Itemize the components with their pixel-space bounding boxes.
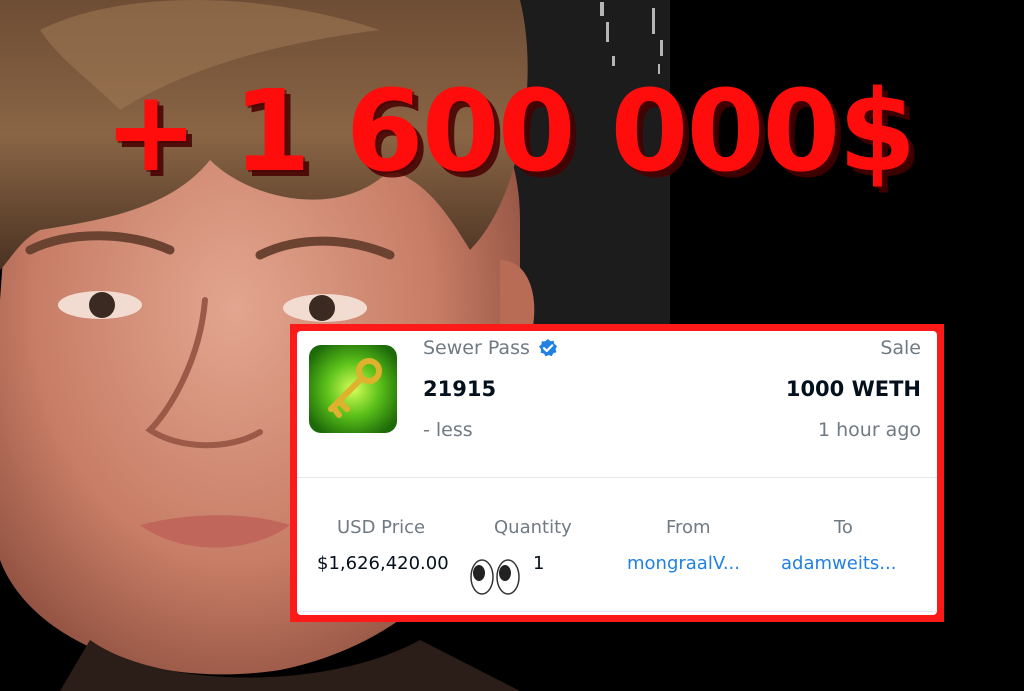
token-id[interactable]: 21915: [423, 375, 496, 403]
time-ago[interactable]: 1 hour ago: [818, 417, 921, 443]
headline-amount: + 1 600 000$: [104, 67, 916, 197]
to-label: To: [834, 517, 853, 538]
collection-name[interactable]: Sewer Pass: [423, 335, 530, 361]
from-label: From: [666, 517, 711, 538]
quantity-value: 1: [533, 553, 545, 574]
divider-bottom: [297, 611, 937, 612]
sale-price: 1000 WETH: [785, 377, 921, 401]
usd-price-label: USD Price: [337, 517, 426, 538]
event-type: Sale: [880, 337, 921, 359]
usd-price-value: $1,626,420.00: [317, 553, 449, 574]
collection-link[interactable]: Sewer Pass: [423, 335, 558, 361]
item-subtitle: - less: [423, 419, 473, 441]
verified-badge-icon: [538, 338, 558, 358]
to-address-link[interactable]: adamweits...: [781, 551, 896, 577]
transaction-card: Sewer Pass 21915 - less Sale 1000 WETH 1…: [297, 331, 937, 615]
from-address-link[interactable]: mongraalV...: [627, 551, 740, 577]
divider: [297, 477, 937, 478]
quantity-label: Quantity: [494, 517, 572, 538]
golden-key-icon[interactable]: [309, 345, 397, 433]
eyes-emoji-icon: [469, 557, 521, 597]
